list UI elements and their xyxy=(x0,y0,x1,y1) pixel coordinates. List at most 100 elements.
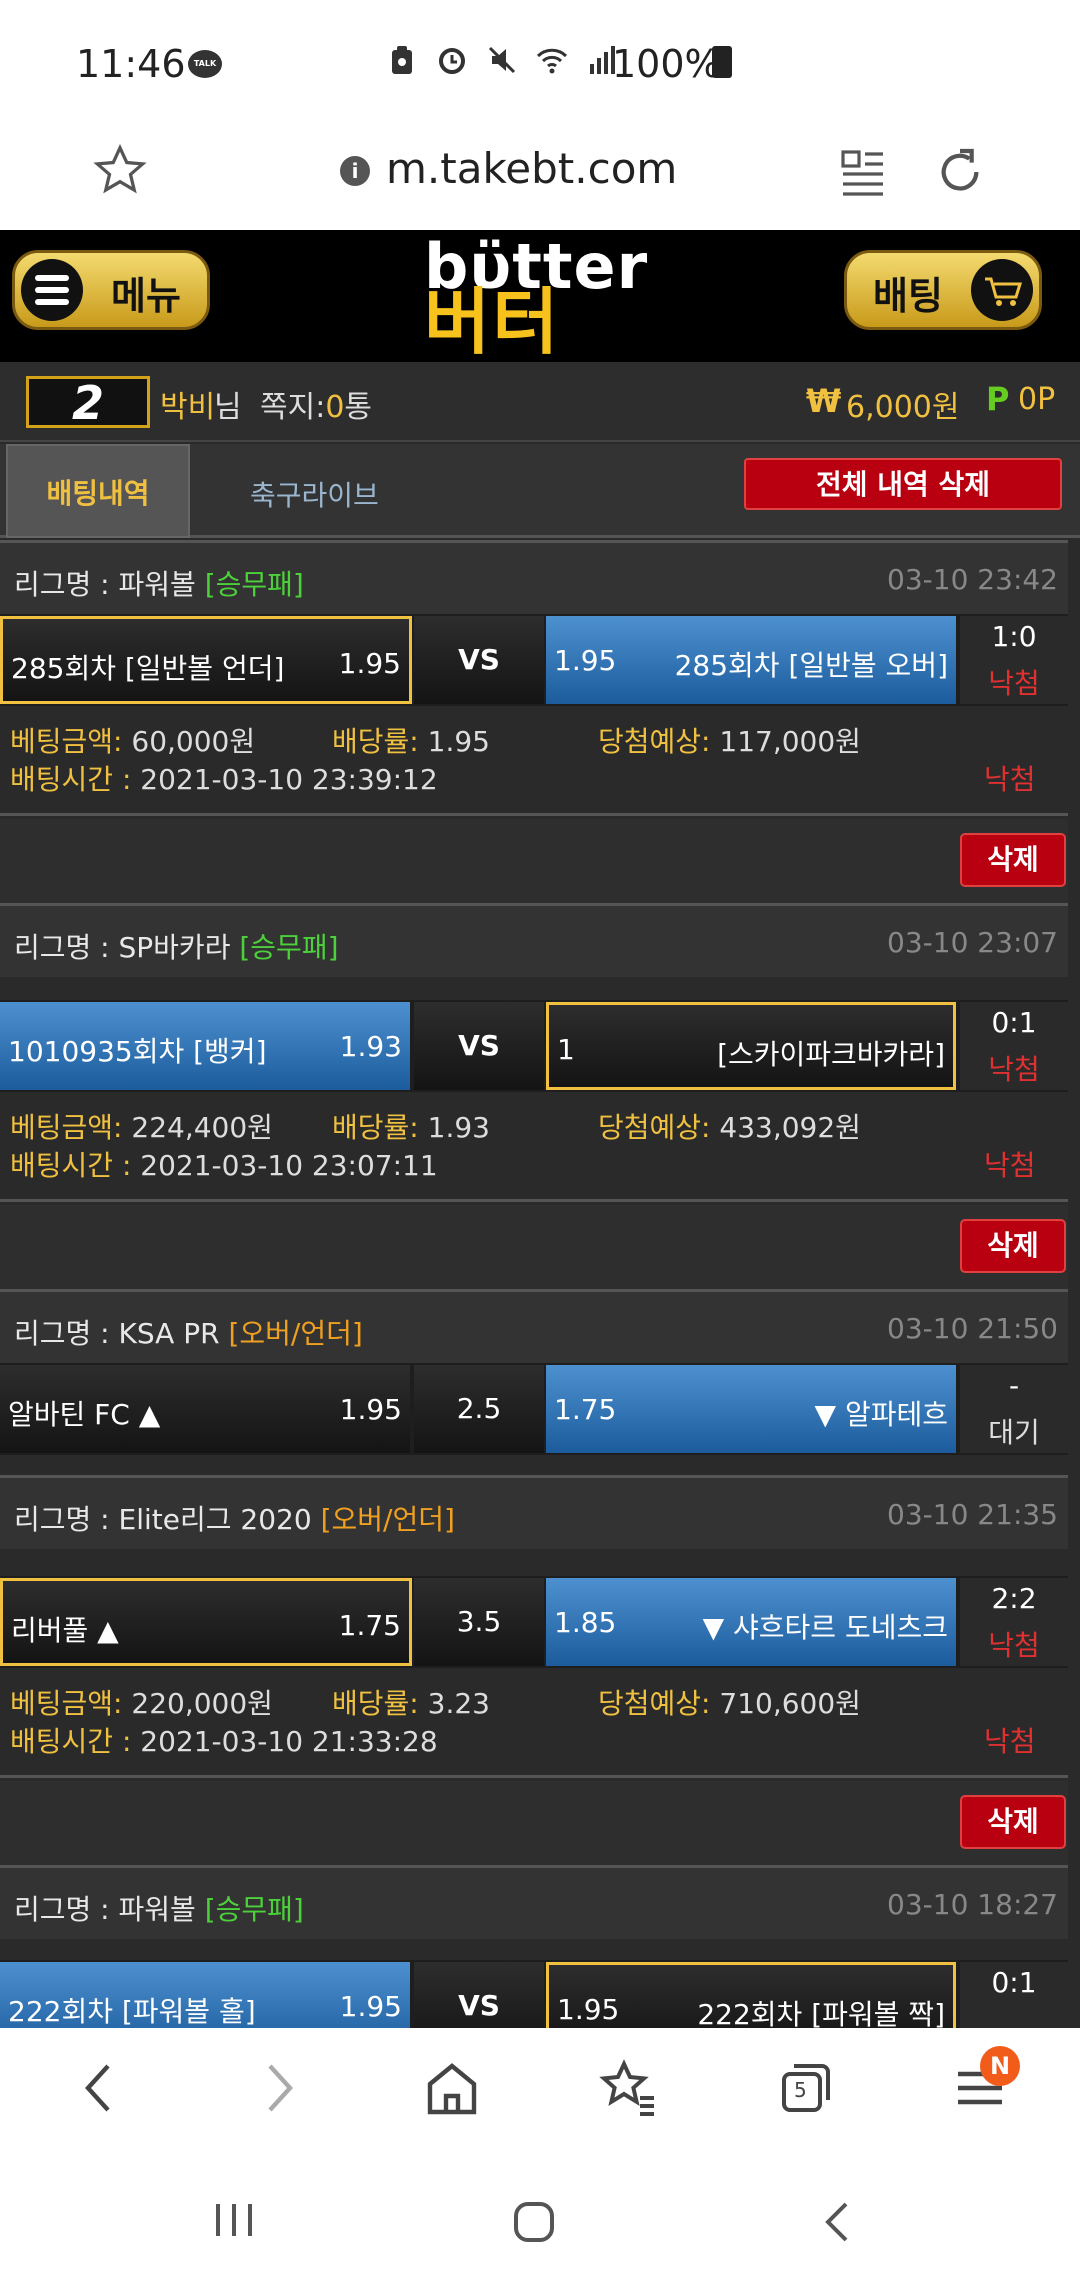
match-time: 03-10 21:50 xyxy=(887,1312,1058,1345)
league-name: SP바카라 xyxy=(118,931,231,964)
bookmark-star-icon[interactable] xyxy=(92,142,148,198)
delete-button[interactable]: 삭제 xyxy=(960,1219,1066,1273)
bet-type: [승무패] xyxy=(204,568,304,601)
alarm-icon xyxy=(439,48,465,74)
notification-badge: N xyxy=(980,2046,1020,2086)
league-header: 리그명 : KSA PR [오버/언더] 03-10 21:50 xyxy=(0,1289,1068,1363)
league-name: 파워볼 xyxy=(118,1893,196,1926)
point-icon: P xyxy=(986,380,1010,418)
user-balance: 6,000원 xyxy=(846,390,960,425)
delete-all-button[interactable]: 전체 내역 삭제 xyxy=(744,458,1062,510)
tab-soccer-live[interactable]: 축구라이브 xyxy=(250,474,379,514)
handicap-line: 3.5 xyxy=(414,1578,544,1666)
mute-icon xyxy=(488,46,516,74)
user-points: 0P xyxy=(1018,382,1056,417)
wifi-icon xyxy=(536,48,568,74)
match-time: 03-10 23:42 xyxy=(887,563,1058,596)
match-result: 2:2 낙첨 xyxy=(960,1578,1068,1666)
tab-bar: 배팅내역 축구라이브 전체 내역 삭제 xyxy=(0,444,1080,538)
league-name: 파워볼 xyxy=(118,568,196,601)
tab-betting-history[interactable]: 배팅내역 xyxy=(6,444,190,538)
messages-link[interactable]: 쪽지:0통 xyxy=(260,382,372,426)
recent-apps-icon[interactable] xyxy=(212,2200,256,2240)
bet-info: 베팅금액: 220,000원 배당률: 3.23 당첨예상: 710,600원 … xyxy=(0,1668,1068,1778)
delete-button[interactable]: 삭제 xyxy=(960,833,1066,887)
bet-type: [오버/언더] xyxy=(228,1317,363,1350)
delete-row: 삭제 xyxy=(0,1781,1068,1865)
tabs-button[interactable]: 5 xyxy=(776,2058,836,2118)
home-icon[interactable] xyxy=(424,2058,480,2118)
kakaotalk-icon: TALK xyxy=(188,50,222,78)
menu-button[interactable]: 메뉴 xyxy=(12,250,210,330)
forward-icon[interactable] xyxy=(254,2058,302,2118)
site-header: 메뉴 bϋtter 버터 배팅 xyxy=(0,230,1080,362)
cart-icon xyxy=(971,259,1033,321)
away-pick[interactable]: 1.75 ▼ 알파테흐 xyxy=(546,1365,956,1453)
home-pick[interactable]: 1010935회차 [뱅커] 1.93 xyxy=(0,1002,410,1090)
league-name: Elite리그 2020 xyxy=(118,1503,312,1536)
bet-result: 낙첨 xyxy=(984,1149,1036,1182)
menu-list-icon xyxy=(21,259,83,321)
status-icons xyxy=(386,44,618,76)
betting-cart-button[interactable]: 배팅 xyxy=(844,250,1042,330)
away-pick[interactable]: 1 [스카이파크바카라] xyxy=(546,1002,956,1090)
browser-toolbar: 5 N xyxy=(0,2028,1080,2158)
status-bar: 11:46 TALK 100% xyxy=(0,0,1080,120)
match-row: 222회차 [파워볼 홀] 1.95 VS 1.95 222회차 [파워볼 짝] 0… xyxy=(0,1960,1068,2028)
bet-type: [승무패] xyxy=(239,931,339,964)
reload-icon[interactable] xyxy=(932,144,988,200)
home-pick[interactable]: 알바틴 FC ▲ 1.95 xyxy=(0,1365,410,1453)
bet-result: 낙첨 xyxy=(984,1725,1036,1758)
vs-label: VS xyxy=(414,1002,544,1090)
home-pick[interactable]: 리버풀 ▲ 1.75 xyxy=(0,1578,412,1666)
away-pick[interactable]: 1.95 285회차 [일반볼 오버] xyxy=(546,616,956,704)
bet-info: 베팅금액: 224,400원 배당률: 1.93 당첨예상: 433,092원 … xyxy=(0,1092,1068,1202)
league-header: 리그명 : SP바카라 [승무패] 03-10 23:07 xyxy=(0,903,1068,977)
match-row: 알바틴 FC ▲ 1.95 2.5 1.75 ▼ 알파테흐 - 대기 xyxy=(0,1363,1068,1455)
match-time: 03-10 18:27 xyxy=(887,1888,1058,1921)
bet-type: [승무패] xyxy=(204,1893,304,1926)
league-header: 리그명 : 파워볼 [승무패] 03-10 18:27 xyxy=(0,1865,1068,1939)
match-result: - 대기 xyxy=(960,1365,1068,1453)
delete-row: 삭제 xyxy=(0,1205,1068,1289)
home-button-icon[interactable] xyxy=(512,2200,556,2244)
system-nav-bar xyxy=(0,2158,1080,2280)
back-icon[interactable] xyxy=(76,2058,124,2118)
home-pick[interactable]: 222회차 [파워볼 홀] 1.95 xyxy=(0,1962,410,2028)
user-name: 박비 xyxy=(160,390,216,425)
away-pick[interactable]: 1.95 222회차 [파워볼 짝] xyxy=(546,1962,956,2028)
website-content: 메뉴 bϋtter 버터 배팅 2 박비 님 쪽지:0통 ₩ 6,000원 P … xyxy=(0,230,1080,2028)
tabs-count: 5 xyxy=(794,2078,807,2102)
bookmarks-icon[interactable] xyxy=(598,2058,658,2118)
league-name: KSA PR xyxy=(118,1317,220,1350)
home-pick[interactable]: 285회차 [일반볼 언더] 1.95 xyxy=(0,616,412,704)
match-row: 리버풀 ▲ 1.75 3.5 1.85 ▼ 샤흐타르 도네츠크 2:2 낙첨 xyxy=(0,1576,1068,1668)
delete-row: 삭제 xyxy=(0,819,1068,903)
bet-result: 낙첨 xyxy=(984,763,1036,796)
match-row: 285회차 [일반볼 언더] 1.95 VS 1.95 285회차 [일반볼 오버]… xyxy=(0,614,1068,706)
league-header: 리그명 : 파워볼 [승무패] 03-10 23:42 xyxy=(0,540,1068,614)
logo-korean: 버터 xyxy=(424,280,561,364)
delete-button[interactable]: 삭제 xyxy=(960,1795,1066,1849)
match-time: 03-10 21:35 xyxy=(887,1498,1058,1531)
league-header: 리그명 : Elite리그 2020 [오버/언더] 03-10 21:35 xyxy=(0,1475,1068,1549)
vs-label: VS xyxy=(414,616,544,704)
clipboard-icon xyxy=(392,46,412,74)
url-text[interactable]: m.takebt.com xyxy=(386,144,677,193)
match-row: 1010935회차 [뱅커] 1.93 VS 1 [스카이파크바카라] 0:1 낙첨 xyxy=(0,1000,1068,1092)
away-pick[interactable]: 1.85 ▼ 샤흐타르 도네츠크 xyxy=(546,1578,956,1666)
vs-label: VS xyxy=(414,1962,544,2028)
user-info-bar: 2 박비 님 쪽지:0통 ₩ 6,000원 P 0P xyxy=(0,362,1080,442)
clock: 11:46 xyxy=(76,42,186,86)
handicap-line: 2.5 xyxy=(414,1365,544,1453)
match-result: 1:0 낙첨 xyxy=(960,616,1068,704)
reader-mode-icon[interactable] xyxy=(838,146,888,202)
match-time: 03-10 23:07 xyxy=(887,926,1058,959)
user-level-badge: 2 xyxy=(26,376,150,428)
match-result: 0:1 xyxy=(960,1962,1068,2028)
bet-info: 베팅금액: 60,000원 배당률: 1.95 당첨예상: 117,000원 배… xyxy=(0,706,1068,816)
battery-percent: 100% xyxy=(612,42,721,86)
site-info-icon[interactable]: i xyxy=(340,156,370,186)
bet-type: [오버/언더] xyxy=(320,1503,455,1536)
system-back-icon[interactable] xyxy=(820,2200,856,2244)
